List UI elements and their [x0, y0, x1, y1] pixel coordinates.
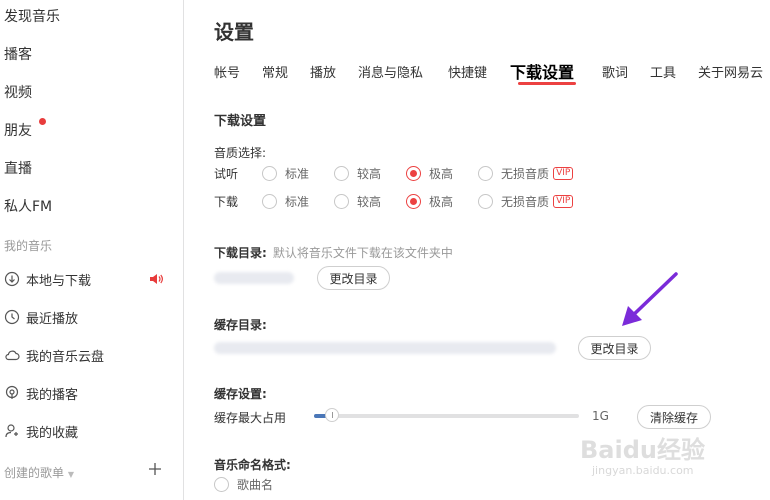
- tab-account[interactable]: 帐号: [214, 62, 240, 81]
- radio-button[interactable]: [478, 165, 494, 181]
- preview-option-very-high[interactable]: 极高: [406, 165, 453, 182]
- radio-button[interactable]: [334, 165, 350, 181]
- cache-dir-path-blurred: [214, 342, 556, 354]
- download-option-standard[interactable]: 标准: [262, 193, 309, 210]
- preview-option-high[interactable]: 较高: [334, 165, 381, 182]
- download-circle-icon: [4, 271, 20, 287]
- row-label: 试听: [214, 166, 239, 181]
- radio-button[interactable]: [262, 193, 277, 209]
- sidebar-item-label: 最近播放: [26, 311, 79, 327]
- tab-playback[interactable]: 播放: [310, 62, 336, 81]
- sidebar-item-label: 我的播客: [26, 387, 79, 403]
- recent-clock-icon: [4, 309, 20, 325]
- sidebar-item-local-download[interactable]: 本地与下载: [4, 268, 91, 290]
- annotation-arrow-icon: [622, 272, 678, 326]
- sidebar-item-label: 我的音乐云盘: [26, 349, 105, 365]
- tab-lyrics[interactable]: 歌词: [602, 62, 628, 81]
- created-playlists-label[interactable]: 创建的歌单 ▼: [4, 464, 74, 481]
- tab-messages-privacy[interactable]: 消息与隐私: [358, 62, 423, 81]
- download-quality-row: 下载 标准 较高 极高 无损音质 VIP: [214, 191, 598, 211]
- download-dir-hint: 默认将音乐文件下载在该文件夹中: [272, 246, 453, 260]
- cache-max-label: 缓存最大占用: [214, 411, 287, 425]
- download-option-very-high[interactable]: 极高: [406, 193, 453, 210]
- preview-option-standard[interactable]: 标准: [262, 165, 309, 182]
- caret-down-icon: ▼: [67, 470, 74, 479]
- settings-panel: 设置 帐号 常规 播放 消息与隐私 快捷键 下载设置 歌词 工具 关于网易云 下…: [184, 0, 770, 500]
- naming-format-label: 音乐命名格式:: [214, 458, 291, 472]
- download-dir-label: 下载目录: 默认将音乐文件下载在该文件夹中: [214, 246, 453, 260]
- page-title: 设置: [214, 20, 254, 44]
- slider-thumb[interactable]: [325, 408, 339, 422]
- cache-dir-label: 缓存目录:: [214, 318, 267, 332]
- nav-podcast[interactable]: 播客: [4, 44, 32, 64]
- vip-badge: VIP: [553, 166, 574, 180]
- notification-dot: [39, 118, 46, 125]
- nav-friends[interactable]: 朋友: [4, 120, 32, 140]
- plus-icon[interactable]: [148, 462, 162, 476]
- quality-label: 音质选择:: [214, 146, 267, 160]
- tab-shortcuts[interactable]: 快捷键: [448, 62, 487, 81]
- sidebar-item-collection[interactable]: 我的收藏: [4, 420, 78, 442]
- cache-settings-label: 缓存设置:: [214, 387, 267, 401]
- sidebar: 发现音乐 播客 视频 朋友 直播 私人FM 我的音乐 本地与下载 最近播放 我的…: [0, 0, 184, 500]
- clear-cache-button[interactable]: 清除缓存: [637, 405, 711, 429]
- radio-button-checked[interactable]: [406, 165, 422, 181]
- my-music-label: 我的音乐: [4, 239, 53, 253]
- sidebar-item-label: 本地与下载: [26, 273, 92, 289]
- nav-live[interactable]: 直播: [4, 158, 32, 178]
- podcast-icon: [5, 385, 19, 399]
- radio-button[interactable]: [478, 193, 494, 209]
- download-option-high[interactable]: 较高: [334, 193, 381, 210]
- radio-button[interactable]: [334, 193, 350, 209]
- sidebar-item-label: 我的收藏: [26, 425, 79, 441]
- radio-button-checked[interactable]: [406, 193, 422, 209]
- download-dir-path-blurred: [214, 272, 294, 284]
- change-cache-dir-button[interactable]: 更改目录: [578, 336, 651, 360]
- volume-icon: [150, 274, 163, 284]
- tab-tools[interactable]: 工具: [650, 62, 676, 81]
- watermark-url: jingyan.baidu.com: [592, 464, 694, 477]
- sidebar-item-recent[interactable]: 最近播放: [4, 306, 78, 328]
- cache-max-value: 1G: [592, 409, 609, 423]
- cache-size-slider[interactable]: [314, 408, 579, 422]
- sidebar-item-my-podcast[interactable]: 我的播客: [4, 382, 78, 404]
- tab-download-settings[interactable]: 下载设置: [510, 59, 574, 83]
- nav-video[interactable]: 视频: [4, 82, 32, 102]
- nav-discover-music[interactable]: 发现音乐: [4, 6, 60, 26]
- cloud-icon: [5, 350, 20, 361]
- radio-button[interactable]: [214, 476, 229, 492]
- active-tab-indicator: [518, 82, 576, 85]
- download-option-lossless[interactable]: 无损音质 VIP: [478, 193, 574, 210]
- tab-general[interactable]: 常规: [262, 62, 288, 81]
- download-section-title: 下载设置: [214, 114, 267, 129]
- tab-about[interactable]: 关于网易云: [698, 62, 763, 81]
- naming-option-song-name[interactable]: 歌曲名: [214, 474, 273, 494]
- sidebar-item-cloud[interactable]: 我的音乐云盘: [4, 344, 104, 366]
- preview-option-lossless[interactable]: 无损音质 VIP: [478, 165, 574, 182]
- collection-icon: [5, 424, 18, 438]
- radio-button[interactable]: [262, 165, 277, 181]
- watermark-logo: Baidu经验: [580, 436, 705, 464]
- nav-personal-fm[interactable]: 私人FM: [4, 196, 52, 216]
- vip-badge: VIP: [553, 194, 574, 208]
- change-download-dir-button[interactable]: 更改目录: [317, 266, 390, 290]
- preview-quality-row: 试听 标准 较高 极高 无损音质 VIP: [214, 163, 598, 183]
- row-label: 下载: [214, 194, 239, 209]
